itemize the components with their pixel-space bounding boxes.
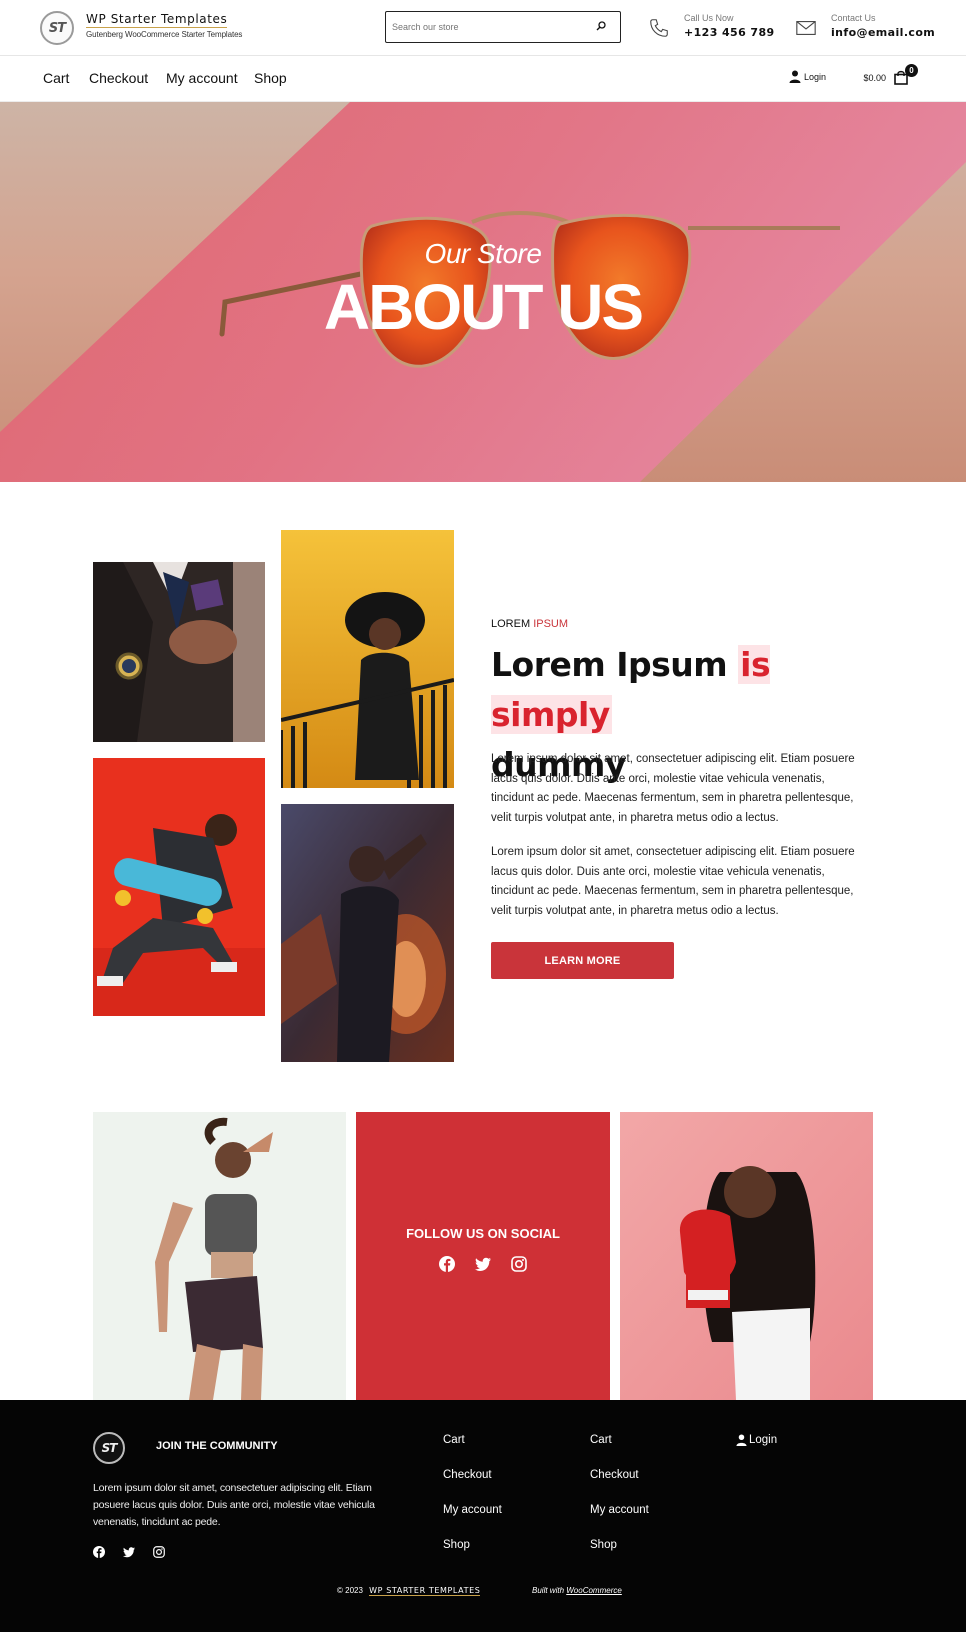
woocommerce-link[interactable]: WooCommerce bbox=[566, 1586, 622, 1595]
call-value: +123 456 789 bbox=[684, 26, 775, 39]
learn-more-button[interactable]: LEARN MORE bbox=[491, 942, 674, 979]
suit-watch-photo bbox=[93, 562, 265, 742]
boxing-woman-photo bbox=[620, 1112, 873, 1400]
eyebrow-part-b: IPSUM bbox=[533, 618, 569, 630]
footer-link-checkout[interactable]: Checkout bbox=[443, 1469, 502, 1504]
footer-link-cart[interactable]: Cart bbox=[443, 1434, 502, 1469]
user-icon bbox=[736, 1434, 747, 1446]
footer-logo[interactable]: ST bbox=[93, 1432, 125, 1464]
login-link[interactable]: Login bbox=[789, 70, 826, 83]
site-tagline: Gutenberg WooCommerce Starter Templates bbox=[86, 30, 243, 39]
footer-link-shop[interactable]: Shop bbox=[443, 1539, 502, 1574]
twitter-icon[interactable] bbox=[475, 1256, 491, 1272]
woman-fire-photo bbox=[281, 804, 454, 1062]
search-box bbox=[385, 11, 621, 43]
hero-subtitle: Our Store bbox=[424, 238, 542, 269]
hero-banner: Our Store ABOUT US bbox=[0, 102, 966, 482]
phone-icon bbox=[650, 19, 668, 37]
footer-join-title: JOIN THE COMMUNITY bbox=[156, 1440, 278, 1452]
contact-value: info@email.com bbox=[831, 26, 936, 39]
site-header: ST WP Starter Templates Gutenberg WooCom… bbox=[0, 0, 966, 56]
search-icon[interactable] bbox=[596, 21, 606, 31]
heading-part-a: Lorem Ipsum bbox=[491, 645, 728, 684]
footer-login-label: Login bbox=[749, 1434, 778, 1446]
copyright-brand-link[interactable]: WP STARTER TEMPLATES bbox=[369, 1586, 481, 1596]
footer-link-my-account[interactable]: My account bbox=[443, 1504, 502, 1539]
follow-social-title: FOLLOW US ON SOCIAL bbox=[406, 1226, 560, 1241]
footer-menu-2: Cart Checkout My account Shop bbox=[590, 1434, 649, 1574]
social-icons bbox=[356, 1256, 610, 1272]
cart-total[interactable]: $0.00 bbox=[863, 73, 886, 83]
about-eyebrow: LOREM IPSUM bbox=[491, 618, 568, 630]
footer-menu-1: Cart Checkout My account Shop bbox=[443, 1434, 502, 1574]
nav-account-area: Login $0.00 0 bbox=[722, 64, 922, 90]
cart-count-badge: 0 bbox=[905, 64, 918, 77]
skateboard-man-photo bbox=[93, 758, 265, 1016]
footer-link-cart[interactable]: Cart bbox=[590, 1434, 649, 1469]
nav-item-shop[interactable]: Shop bbox=[254, 70, 287, 86]
footer-social-icons bbox=[93, 1546, 165, 1558]
copyright-year: © 2023 bbox=[337, 1586, 363, 1595]
hero-title: ABOUT US bbox=[323, 271, 644, 343]
built-with-label: Built with bbox=[532, 1586, 565, 1595]
about-paragraph-2: Lorem ipsum dolor sit amet, consectetuer… bbox=[491, 846, 855, 917]
call-label: Call Us Now bbox=[684, 13, 734, 23]
footer-text: Lorem ipsum dolor sit amet, consectetuer… bbox=[93, 1482, 375, 1528]
footer-link-shop[interactable]: Shop bbox=[590, 1539, 649, 1574]
eyebrow-part-a: LOREM bbox=[491, 618, 531, 630]
copyright: © 2023 WP STARTER TEMPLATES bbox=[337, 1586, 481, 1596]
login-label: Login bbox=[803, 71, 826, 82]
woman-hat-photo bbox=[281, 530, 454, 788]
search-input[interactable] bbox=[392, 17, 592, 37]
instagram-icon[interactable] bbox=[511, 1256, 527, 1272]
follow-social-panel: FOLLOW US ON SOCIAL bbox=[356, 1112, 610, 1400]
site-footer: ST JOIN THE COMMUNITY Lorem ipsum dolor … bbox=[0, 1400, 966, 1632]
facebook-icon[interactable] bbox=[93, 1546, 105, 1558]
nav-item-my-account[interactable]: My account bbox=[166, 70, 238, 86]
cart-button[interactable]: 0 bbox=[894, 64, 918, 86]
contact-label: Contact Us bbox=[831, 13, 876, 23]
footer-login-link[interactable]: Login bbox=[736, 1434, 777, 1446]
site-logo[interactable]: ST bbox=[40, 11, 74, 45]
site-title[interactable]: WP Starter Templates bbox=[86, 12, 228, 28]
fitness-woman-photo bbox=[93, 1112, 346, 1400]
mail-icon bbox=[796, 21, 816, 35]
social-row: FOLLOW US ON SOCIAL bbox=[0, 1112, 966, 1400]
footer-link-my-account[interactable]: My account bbox=[590, 1504, 649, 1539]
instagram-icon[interactable] bbox=[153, 1546, 165, 1558]
main-nav: Cart Checkout My account Shop Login $0.0… bbox=[0, 56, 966, 102]
twitter-icon[interactable] bbox=[123, 1546, 135, 1558]
footer-link-checkout[interactable]: Checkout bbox=[590, 1469, 649, 1504]
user-icon bbox=[789, 70, 801, 83]
built-with: Built with WooCommerce bbox=[532, 1586, 622, 1595]
nav-item-cart[interactable]: Cart bbox=[43, 70, 69, 86]
about-paragraph-1: Lorem ipsum dolor sit amet, consectetuer… bbox=[491, 753, 855, 824]
facebook-icon[interactable] bbox=[439, 1256, 455, 1272]
about-section: LOREM IPSUM Lorem Ipsum is simply dummy … bbox=[0, 482, 966, 1112]
nav-item-checkout[interactable]: Checkout bbox=[89, 70, 148, 86]
